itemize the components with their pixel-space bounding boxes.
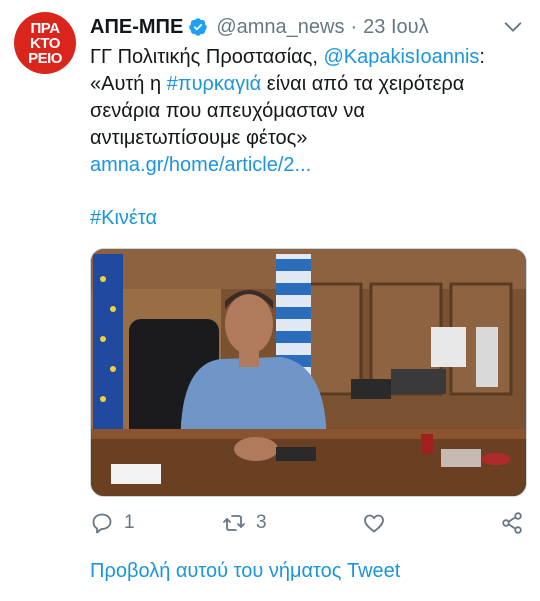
mention-link[interactable]: @KapakisIoannis: [323, 46, 479, 68]
tweet-line-4: αντιμετωπίσουμε φέτος»: [90, 127, 308, 149]
article-link[interactable]: amna.gr/home/article/2...: [90, 152, 530, 179]
tweet-text: ΓΓ Πολιτικής Προστασίας, @KapakisIoannis…: [90, 44, 530, 179]
retweet-count: 3: [256, 512, 267, 533]
tweet-text-segment: :: [479, 46, 485, 68]
tweet-line-2: «Αυτή η #πυρκαγιά είναι από τα χειρότερα: [90, 71, 530, 98]
chevron-down-icon[interactable]: [502, 16, 524, 38]
avatar-text-line-1: ΠΡΑ: [30, 19, 60, 37]
tweet-text-segment: «Αυτή η: [90, 73, 167, 95]
account-handle[interactable]: @amna_news: [216, 16, 344, 39]
tweet-header: ΑΠΕ-ΜΠΕ @amna_news · 23 Ιουλ: [90, 14, 530, 40]
share-button[interactable]: [500, 508, 524, 538]
hashtag-link[interactable]: #πυρκαγιά: [167, 73, 262, 95]
hashtag-link-kineta[interactable]: #Κινέτα: [90, 207, 157, 230]
tweet-timestamp[interactable]: 23 Ιουλ: [363, 16, 428, 39]
tweet-photo[interactable]: [90, 248, 527, 497]
heart-icon: [364, 514, 384, 533]
retweet-button[interactable]: 3: [222, 508, 267, 538]
header-separator: ·: [350, 15, 358, 38]
tweet-text-segment: είναι από τα χειρότερα: [261, 73, 465, 95]
like-button[interactable]: [362, 508, 386, 538]
view-thread-link[interactable]: Προβολή αυτού του νήματος Tweet: [90, 560, 400, 583]
share-icon: [502, 512, 522, 534]
retweet-icon: [223, 515, 245, 531]
tweet-line-3: σενάρια που απευχόμασταν να: [90, 100, 365, 122]
avatar-text-line-3: ΡΕΙΟ: [28, 49, 62, 67]
account-avatar[interactable]: ΠΡΑ ΚΤΟ ΡΕΙΟ: [14, 12, 76, 74]
tweet-line-1: ΓΓ Πολιτικής Προστασίας, @KapakisIoannis…: [90, 44, 530, 71]
reply-button[interactable]: 1: [90, 508, 135, 538]
verified-badge-icon: [189, 18, 208, 36]
avatar-text-line-2: ΚΤΟ: [30, 34, 60, 52]
tweet-actions: 1 3: [90, 508, 528, 538]
tweet-text-segment: ΓΓ Πολιτικής Προστασίας,: [90, 46, 324, 68]
photo-illustration: [91, 249, 526, 496]
reply-count: 1: [124, 512, 135, 533]
account-name[interactable]: ΑΠΕ-ΜΠΕ: [90, 16, 183, 39]
reply-icon: [92, 513, 112, 534]
